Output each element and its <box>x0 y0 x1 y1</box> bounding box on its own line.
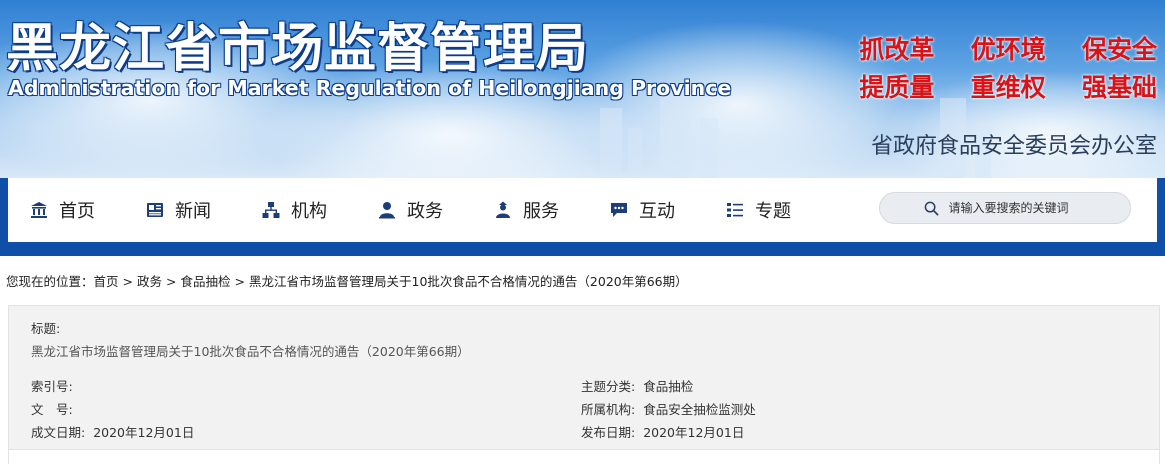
doc-number-row: 文 号: <box>31 399 73 418</box>
publish-date-row: 发布日期: 2020年12月01日 <box>581 422 744 441</box>
slogan: 优环境 <box>970 35 1046 64</box>
nav-label: 首页 <box>59 201 95 222</box>
topic-value: 食品抽检 <box>643 379 694 394</box>
nav-item-affairs[interactable]: 政务 <box>378 178 472 242</box>
slogan: 提质量 <box>859 73 935 102</box>
document-info-panel: 标题: 黑龙江省市场监督管理局关于10批次食品不合格情况的通告（2020年第66… <box>8 305 1160 450</box>
breadcrumb-prefix: 您现在的位置： <box>6 274 94 289</box>
org-chart-icon <box>262 202 280 218</box>
nav-item-services[interactable]: 服务 <box>494 178 588 242</box>
breadcrumb-current[interactable]: 黑龙江省市场监督管理局关于10批次食品不合格情况的通告（2020年第66期） <box>249 274 688 289</box>
slogan: 抓改革 <box>859 35 935 64</box>
site-title: 黑龙江省市场监督管理局 <box>6 19 590 79</box>
search-input[interactable] <box>946 200 1087 216</box>
list-icon <box>727 203 743 217</box>
header-banner: 黑龙江省市场监督管理局 Administration for Market Re… <box>0 0 1165 178</box>
breadcrumb-separator: > <box>122 274 134 289</box>
nav-item-organization[interactable]: 机构 <box>262 178 356 242</box>
index-number-row: 索引号: <box>31 376 73 395</box>
breadcrumb: 您现在的位置：首页 > 政务 > 食品抽检 > 黑龙江省市场监督管理局关于10批次食品不合格… <box>6 271 688 290</box>
nav-label: 互动 <box>639 201 675 222</box>
org-row: 所属机构: 食品安全抽检监测处 <box>581 399 756 418</box>
nav-label: 新闻 <box>175 201 211 222</box>
chat-icon <box>611 203 627 217</box>
date-written-label: 成文日期: <box>31 425 86 440</box>
breadcrumb-food-inspection[interactable]: 食品抽检 <box>181 274 231 289</box>
office-name: 省政府食品安全委员会办公室 <box>870 134 1157 159</box>
nav-label: 服务 <box>523 201 559 222</box>
nav-label: 专题 <box>755 201 791 222</box>
org-label: 所属机构: <box>581 402 636 417</box>
service-user-icon <box>496 201 510 218</box>
main-nav: 首页 新闻 机构 政务 服务 互动 专题 请输入要搜索的关键词 <box>8 178 1157 242</box>
newspaper-icon <box>147 203 163 217</box>
index-number-label: 索引号: <box>31 379 73 394</box>
slogan: 强基础 <box>1081 73 1157 102</box>
doc-number-label: 文 号: <box>31 402 73 417</box>
slogan: 保安全 <box>1081 35 1157 64</box>
nav-item-interaction[interactable]: 互动 <box>610 178 704 242</box>
slogan: 重维权 <box>970 73 1046 102</box>
breadcrumb-separator: > <box>166 274 177 289</box>
user-icon <box>379 202 395 219</box>
nav-bar: 首页 新闻 机构 政务 服务 互动 专题 请输入要搜索的关键词 <box>0 178 1165 256</box>
search-icon[interactable] <box>924 201 939 216</box>
building-icon <box>31 202 47 218</box>
search-box[interactable] <box>879 192 1131 224</box>
date-written-value: 2020年12月01日 <box>93 425 195 440</box>
title-value: 黑龙江省市场监督管理局关于10批次食品不合格情况的通告（2020年第66期） <box>31 344 470 359</box>
title-label: 标题: <box>31 321 61 336</box>
breadcrumb-affairs[interactable]: 政务 <box>137 274 162 289</box>
topic-row: 主题分类: 食品抽检 <box>581 376 693 395</box>
nav-item-topics[interactable]: 专题 <box>726 178 820 242</box>
nav-item-home[interactable]: 首页 <box>30 178 124 242</box>
publish-date-value: 2020年12月01日 <box>643 425 745 440</box>
site-title-english: Administration for Market Regulation of … <box>8 76 732 100</box>
slogans: 抓改革 优环境 保安全 提质量 重维权 强基础 <box>847 30 1157 104</box>
content-area <box>8 450 1160 464</box>
nav-item-news[interactable]: 新闻 <box>146 178 240 242</box>
breadcrumb-home[interactable]: 首页 <box>94 274 119 289</box>
topic-label: 主题分类: <box>581 379 636 394</box>
org-value: 食品安全抽检监测处 <box>643 402 756 417</box>
date-written-row: 成文日期: 2020年12月01日 <box>31 422 194 441</box>
breadcrumb-separator: > <box>234 274 246 289</box>
nav-label: 机构 <box>291 201 327 222</box>
publish-date-label: 发布日期: <box>581 425 636 440</box>
nav-label: 政务 <box>407 201 443 222</box>
